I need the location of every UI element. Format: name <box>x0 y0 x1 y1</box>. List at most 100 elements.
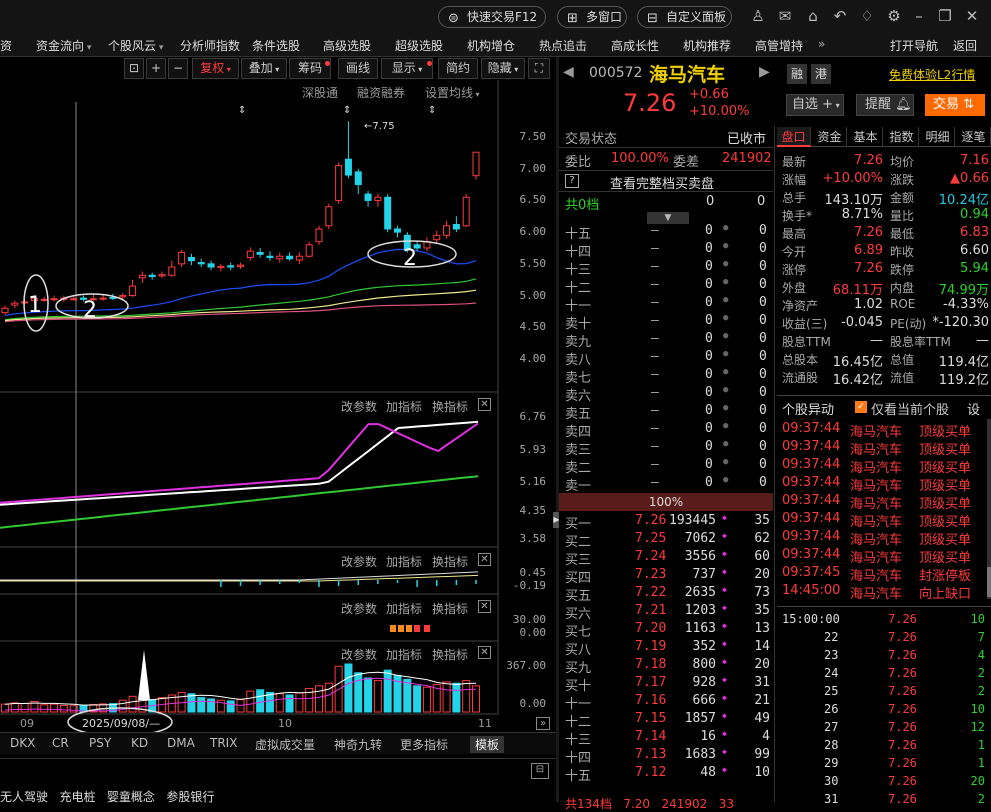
ind4-add-link[interactable]: 加指标 <box>386 646 422 663</box>
buy-level-row[interactable]: 买八 7.19 352 ◆ 14 <box>559 639 772 658</box>
buy-level-row[interactable]: 买二 7.25 7062 ◆ 62 <box>559 531 772 550</box>
menu-item-1[interactable]: 个股风云 ▾ <box>108 37 163 54</box>
settings-icon[interactable]: ⚙ <box>885 7 903 25</box>
buy-level-row[interactable]: 买七 7.20 1163 ◆ 13 <box>559 621 772 640</box>
menu-item-5[interactable]: 超级选股 <box>395 37 443 54</box>
ind3-add-link[interactable]: 加指标 <box>386 600 422 617</box>
multi-window-button[interactable]: ⊞ 多窗口 <box>557 6 627 28</box>
menu-more-button[interactable]: » <box>818 37 825 51</box>
menu-item-10[interactable]: 高管增持 <box>755 37 803 54</box>
back-icon[interactable]: ↶ <box>831 7 849 25</box>
skin-icon[interactable]: ♢ <box>858 7 876 25</box>
menu-item-partial[interactable]: 资 <box>0 37 12 54</box>
close-icon[interactable]: ✕ <box>963 7 981 25</box>
alert-row[interactable]: 09:37:44 海马汽车 顶级买单 <box>780 493 991 512</box>
alert-row[interactable]: 09:37:44 海马汽车 顶级买单 <box>780 421 991 440</box>
minimize-icon[interactable]: – <box>910 7 928 25</box>
ind2-add-link[interactable]: 加指标 <box>386 553 422 570</box>
tab-dma[interactable]: DMA <box>167 736 195 750</box>
mail-icon[interactable]: ✉ <box>776 7 794 25</box>
tab-trix[interactable]: TRIX <box>210 736 237 750</box>
l2-trial-link[interactable]: 免费体验L2行情 <box>889 66 975 83</box>
back-link[interactable]: 返回 <box>953 37 977 54</box>
quote-tab[interactable]: 逐笔 <box>957 127 991 147</box>
sell-level-row[interactable]: 卖五 — 0 ● 0 <box>559 403 772 422</box>
sell-level-row[interactable]: 十五 — 0 ● 0 <box>559 223 772 242</box>
buy-level-row[interactable]: 买三 7.24 3556 ◆ 60 <box>559 549 772 568</box>
scroll-right-icon[interactable]: » <box>536 717 550 730</box>
quote-tab[interactable]: 指数 <box>885 127 919 147</box>
home-icon[interactable]: ⌂ <box>804 7 822 25</box>
kline-chart[interactable]: 1 2 2 ←7.75 ⇕ ⇕ ⇕ <box>0 57 556 732</box>
menu-item-7[interactable]: 热点追击 <box>539 37 587 54</box>
alert-row[interactable]: 14:45:00 海马汽车 向上缺口 <box>780 583 991 602</box>
buy-level-row[interactable]: 十四 7.13 1683 ◆ 99 <box>559 747 772 766</box>
sell-level-row[interactable]: 卖八 — 0 ● 0 <box>559 349 772 368</box>
quote-tab[interactable]: 盘口 <box>777 127 811 147</box>
menu-item-3[interactable]: 条件选股 <box>252 37 300 54</box>
alert-button[interactable]: 提醒 🔔︎ <box>856 94 914 116</box>
ind3-switch-link[interactable]: 换指标 <box>432 600 468 617</box>
tab-more-indicators[interactable]: 更多指标 <box>400 736 448 753</box>
help-icon[interactable]: ? <box>565 174 579 188</box>
sell-level-row[interactable]: 卖九 — 0 ● 0 <box>559 331 772 350</box>
sell-level-row[interactable]: 十二 — 0 ● 0 <box>559 277 772 296</box>
alert-row[interactable]: 09:37:45 海马汽车 封涨停板 <box>780 565 991 584</box>
custom-panel-button[interactable]: ⊟ 自定义面板 <box>637 6 732 28</box>
ind1-params-link[interactable]: 改参数 <box>341 398 377 415</box>
tab-virtual-volume[interactable]: 虚拟成交量 <box>255 736 315 753</box>
buy-level-row[interactable]: 买六 7.21 1203 ◆ 35 <box>559 603 772 622</box>
ind3-close-icon[interactable]: ✕ <box>478 600 491 613</box>
trade-button[interactable]: 交易 ⇅ <box>925 94 985 116</box>
ind1-add-link[interactable]: 加指标 <box>386 398 422 415</box>
sell-level-row[interactable]: 卖四 — 0 ● 0 <box>559 421 772 440</box>
buy-level-row[interactable]: 买四 7.23 737 ◆ 20 <box>559 567 772 586</box>
ind4-switch-link[interactable]: 换指标 <box>432 646 468 663</box>
user-icon[interactable]: ♙ <box>749 7 767 25</box>
buy-level-row[interactable]: 买九 7.18 800 ◆ 20 <box>559 657 772 676</box>
tab-magic-nine[interactable]: 神奇九转 <box>334 736 382 753</box>
sell-level-row[interactable]: 卖六 — 0 ● 0 <box>559 385 772 404</box>
ind2-close-icon[interactable]: ✕ <box>478 553 491 566</box>
tab-kd[interactable]: KD <box>131 736 148 750</box>
quote-tab[interactable]: 资金 <box>813 127 847 147</box>
quote-tab[interactable]: 明细 <box>921 127 955 147</box>
ind2-params-link[interactable]: 改参数 <box>341 553 377 570</box>
ind1-switch-link[interactable]: 换指标 <box>432 398 468 415</box>
next-stock-icon[interactable]: ▶ <box>759 64 770 80</box>
collapse-icon[interactable]: ⊟ <box>531 763 549 779</box>
full-depth-link[interactable]: 查看完整档买卖盘 <box>610 173 714 192</box>
restore-icon[interactable]: ❐ <box>936 7 954 25</box>
menu-item-6[interactable]: 机构增仓 <box>467 37 515 54</box>
sell-level-row[interactable]: 卖七 — 0 ● 0 <box>559 367 772 386</box>
sell-level-row[interactable]: 十三 — 0 ● 0 <box>559 259 772 278</box>
sell-level-row[interactable]: 十四 — 0 ● 0 <box>559 241 772 260</box>
ind3-params-link[interactable]: 改参数 <box>341 600 377 617</box>
ind4-close-icon[interactable]: ✕ <box>478 646 491 659</box>
prev-stock-icon[interactable]: ◀ <box>563 64 574 80</box>
buy-level-row[interactable]: 十五 7.12 48 ◆ 10 <box>559 765 772 784</box>
tab-psy[interactable]: PSY <box>89 736 111 750</box>
filter-label[interactable]: 仅看当前个股 <box>871 399 949 418</box>
ind2-switch-link[interactable]: 换指标 <box>432 553 468 570</box>
quote-tab[interactable]: 基本 <box>849 127 883 147</box>
menu-item-4[interactable]: 高级选股 <box>323 37 371 54</box>
sell-level-row[interactable]: 卖三 — 0 ● 0 <box>559 439 772 458</box>
alert-row[interactable]: 09:37:44 海马汽车 顶级买单 <box>780 475 991 494</box>
sell-level-row[interactable]: 卖二 — 0 ● 0 <box>559 457 772 476</box>
tab-dkx[interactable]: DKX <box>10 736 35 750</box>
alert-row[interactable]: 09:37:44 海马汽车 顶级买单 <box>780 511 991 530</box>
ind1-close-icon[interactable]: ✕ <box>478 398 491 411</box>
alerts-scroll-thumb[interactable] <box>987 567 991 597</box>
buy-level-row[interactable]: 十二 7.15 1857 ◆ 49 <box>559 711 772 730</box>
alert-row[interactable]: 09:37:44 海马汽车 顶级买单 <box>780 457 991 476</box>
menu-item-9[interactable]: 机构推荐 <box>683 37 731 54</box>
alerts-settings-button[interactable]: 设 <box>967 399 980 418</box>
alert-row[interactable]: 09:37:44 海马汽车 顶级买单 <box>780 529 991 548</box>
tab-cr[interactable]: CR <box>52 736 69 750</box>
filter-checkbox[interactable]: ✓ <box>855 401 867 413</box>
menu-item-8[interactable]: 高成长性 <box>611 37 659 54</box>
alert-row[interactable]: 09:37:44 海马汽车 顶级买单 <box>780 439 991 458</box>
sell-level-row[interactable]: 卖十 — 0 ● 0 <box>559 313 772 332</box>
ind4-params-link[interactable]: 改参数 <box>341 646 377 663</box>
